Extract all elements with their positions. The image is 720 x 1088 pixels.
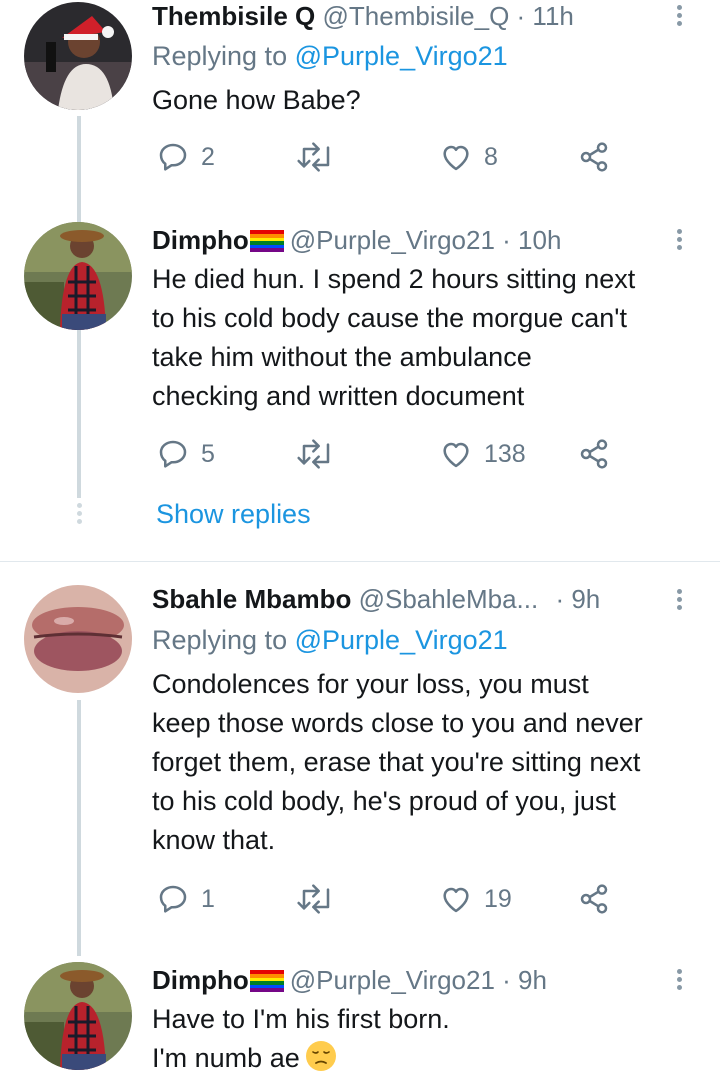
share-icon: [580, 884, 608, 914]
tweet-line: Condolences for your loss, you must: [152, 669, 589, 699]
collapsed-thread-indicator: [75, 500, 83, 527]
retweet-button[interactable]: [296, 141, 336, 173]
share-button[interactable]: [578, 438, 610, 470]
retweet-icon: [297, 884, 330, 914]
tweet-line: He died hun. I spend 2 hours sitting nex…: [152, 264, 636, 294]
thread-line: [77, 700, 81, 956]
share-icon: [580, 142, 608, 172]
reply-button[interactable]: 5: [157, 438, 215, 470]
reply-count: 1: [201, 884, 215, 913]
replying-to: Replying to @Purple_Virgo21: [152, 39, 508, 73]
reply-icon: [159, 885, 187, 913]
tweet-header: Dimpho @Purple_Virgo21 · 9h: [152, 964, 547, 996]
more-options-icon[interactable]: [673, 586, 685, 613]
like-count: 8: [484, 142, 498, 171]
tweet-line: to his cold body, he's proud of you, jus…: [152, 786, 616, 816]
retweet-icon: [297, 439, 330, 469]
avatar[interactable]: [24, 2, 132, 110]
more-options-icon[interactable]: [673, 226, 685, 253]
tweet-line: keep those words close to you and never: [152, 708, 643, 738]
retweet-icon: [297, 142, 330, 172]
tweet-line: I'm numb ae: [152, 1043, 300, 1073]
timestamp[interactable]: · 9h: [502, 965, 547, 995]
pensive-face-emoji: [305, 1041, 336, 1071]
reply-count: 2: [201, 142, 215, 171]
tweet-text: He died hun. I spend 2 hours sitting nex…: [152, 260, 712, 416]
timestamp[interactable]: · 10h: [502, 225, 561, 255]
tweet-line: to his cold body cause the morgue can't: [152, 303, 627, 333]
reply-button[interactable]: 2: [157, 141, 215, 173]
like-button[interactable]: 19: [440, 883, 512, 915]
user-handle[interactable]: @Thembisile_Q: [323, 1, 510, 31]
avatar[interactable]: [24, 585, 132, 693]
tweet-line: checking and written document: [152, 381, 525, 411]
display-name[interactable]: Sbahle Mbambo: [152, 584, 351, 614]
share-button[interactable]: [578, 883, 610, 915]
like-button[interactable]: 138: [440, 438, 526, 470]
more-options-icon[interactable]: [673, 966, 685, 993]
avatar[interactable]: [24, 222, 132, 330]
reply-icon: [159, 143, 187, 171]
tweet-text: Gone how Babe?: [152, 81, 712, 120]
tweet-line: Have to I'm his first born.: [152, 1004, 450, 1034]
tweet-header: Thembisile Q @Thembisile_Q · 11h: [152, 0, 574, 32]
tweet-text: Have to I'm his first born. I'm numb ae: [152, 1000, 712, 1078]
mention-link[interactable]: @Purple_Virgo21: [295, 41, 508, 71]
tweet-line-with-emoji: I'm numb ae: [152, 1039, 712, 1078]
reply-icon: [159, 440, 187, 468]
reply-button[interactable]: 1: [157, 883, 215, 915]
tweet-header: Sbahle Mbambo @SbahleMba... · 9h: [152, 583, 600, 615]
retweet-button[interactable]: [296, 438, 336, 470]
replying-prefix: Replying to: [152, 625, 288, 655]
share-button[interactable]: [578, 141, 610, 173]
reply-count: 5: [201, 439, 215, 468]
user-handle[interactable]: @Purple_Virgo21: [290, 965, 495, 995]
tweet-line: forget them, erase that you're sitting n…: [152, 747, 641, 777]
replying-to: Replying to @Purple_Virgo21: [152, 623, 508, 657]
more-options-icon[interactable]: [673, 2, 685, 29]
retweet-button[interactable]: [296, 883, 336, 915]
tweet-line: know that.: [152, 825, 276, 855]
timestamp[interactable]: · 9h: [555, 584, 600, 614]
heart-icon: [443, 145, 469, 171]
mention-link[interactable]: @Purple_Virgo21: [295, 625, 508, 655]
like-count: 19: [484, 884, 512, 913]
tweet-text: Condolences for your loss, you must keep…: [152, 665, 712, 860]
rainbow-flag-emoji: [249, 230, 284, 252]
replying-prefix: Replying to: [152, 41, 288, 71]
like-count: 138: [484, 439, 526, 468]
rainbow-flag-emoji: [249, 970, 284, 992]
tweet-header: Dimpho @Purple_Virgo21 · 10h: [152, 224, 561, 256]
like-button[interactable]: 8: [440, 141, 498, 173]
show-replies-link[interactable]: Show replies: [156, 499, 311, 530]
display-name[interactable]: Dimpho: [152, 225, 249, 255]
avatar[interactable]: [24, 962, 132, 1070]
heart-icon: [443, 442, 469, 468]
tweet-line: Gone how Babe?: [152, 85, 361, 115]
heart-icon: [443, 887, 469, 913]
divider: [0, 561, 720, 562]
display-name[interactable]: Dimpho: [152, 965, 249, 995]
user-handle[interactable]: @Purple_Virgo21: [290, 225, 495, 255]
user-handle[interactable]: @SbahleMba...: [359, 584, 539, 614]
display-name[interactable]: Thembisile Q: [152, 1, 315, 31]
timestamp[interactable]: · 11h: [517, 1, 574, 31]
share-icon: [580, 439, 608, 469]
tweet-line: take him without the ambulance: [152, 342, 532, 372]
